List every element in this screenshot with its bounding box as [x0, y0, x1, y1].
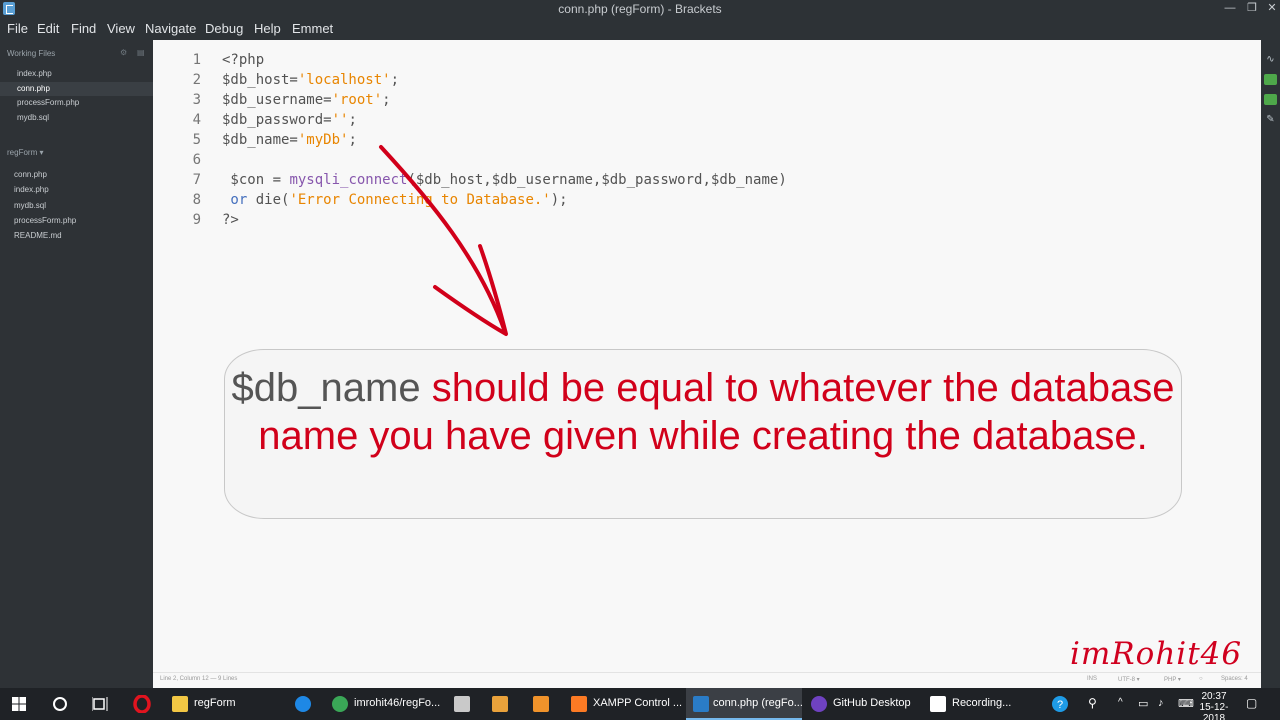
task-view-button[interactable]: [90, 688, 110, 720]
media-player-taskbar-button[interactable]: [492, 688, 512, 720]
clock-time: 20:37: [1201, 691, 1227, 702]
edge-taskbar-button[interactable]: [294, 688, 314, 720]
callout-variable: $db_name: [231, 366, 421, 410]
channel-watermark: imRohit46: [1070, 636, 1243, 672]
taskbar-item-github[interactable]: GitHub Desktop: [811, 688, 921, 720]
store-taskbar-button[interactable]: [454, 688, 474, 720]
taskbar-item-label: regForm: [194, 697, 236, 709]
sublime-icon: [533, 696, 549, 712]
notification-icon[interactable]: ▢: [1246, 696, 1260, 712]
taskbar-item-label: conn.php (regFo...: [713, 697, 803, 709]
taskbar-item-label: XAMPP Control ...: [593, 697, 683, 709]
brackets-icon: [693, 696, 709, 712]
svg-text:?: ?: [1057, 699, 1063, 711]
indent-setting[interactable]: Spaces: 4: [1221, 676, 1248, 682]
encoding-select[interactable]: UTF-8 ▾: [1118, 676, 1140, 683]
extension-icon[interactable]: [1264, 94, 1277, 105]
cortana-button[interactable]: [50, 688, 70, 720]
taskbar-item-label: imrohit46/regFo...: [354, 697, 441, 709]
help-icon: ?: [1052, 696, 1068, 712]
insert-mode[interactable]: INS: [1087, 676, 1097, 682]
people-icon[interactable]: ⚲: [1088, 696, 1102, 712]
chrome-icon: [332, 696, 348, 712]
windows-logo-icon: [12, 697, 26, 711]
annotation-callout: $db_name should be equal to whatever the…: [224, 349, 1182, 519]
store-bag-icon: [454, 696, 470, 712]
recorder-icon: [930, 696, 946, 712]
clock[interactable]: 20:37 15-12-2018: [1194, 688, 1234, 720]
opera-icon: [133, 695, 151, 713]
taskbar-item-brackets[interactable]: conn.php (regFo...: [686, 688, 803, 720]
taskbar-item-chrome[interactable]: imrohit46/regFo...: [332, 688, 442, 720]
extension-manager-icon[interactable]: [1264, 74, 1277, 85]
clock-date: 15-12-2018: [1199, 702, 1229, 720]
tools-icon[interactable]: ✎: [1264, 114, 1277, 125]
github-icon: [811, 696, 827, 712]
taskbar-item-recorder[interactable]: Recording...: [930, 688, 1040, 720]
help-tray-button[interactable]: ?: [1050, 688, 1070, 720]
xampp-icon: [571, 696, 587, 712]
taskbar-item-label: Recording...: [952, 697, 1012, 709]
cortana-circle-icon: [53, 697, 67, 711]
sublime-taskbar-button[interactable]: [533, 688, 553, 720]
linter-status-icon: ○: [1199, 676, 1203, 682]
taskbar-item-label: GitHub Desktop: [833, 697, 911, 709]
volume-icon[interactable]: ♪: [1158, 697, 1172, 711]
cursor-position: Line 2, Column 12 — 9 Lines: [160, 676, 238, 682]
opera-taskbar-button[interactable]: [132, 688, 152, 720]
chevron-up-icon[interactable]: ^: [1118, 697, 1130, 711]
windows-start-button[interactable]: [10, 688, 30, 720]
live-preview-icon[interactable]: ∿: [1264, 54, 1277, 65]
arrow-shaft: [379, 145, 507, 334]
taskbar: regForm imrohit46/regFo... XAMPP Control…: [0, 688, 1280, 720]
edge-icon: [295, 696, 311, 712]
folder-icon: [172, 696, 188, 712]
language-select[interactable]: PHP ▾: [1164, 676, 1181, 683]
status-bar: Line 2, Column 12 — 9 Lines INS UTF-8 ▾ …: [153, 672, 1261, 688]
right-toolbar: ∿ ✎: [1261, 40, 1280, 688]
network-icon[interactable]: ▭: [1138, 697, 1152, 711]
media-player-icon: [492, 696, 508, 712]
taskbar-item-xampp[interactable]: XAMPP Control ...: [571, 688, 683, 720]
screen: conn.php (regForm) - Brackets — ❐ ✕ File…: [0, 0, 1280, 720]
taskbar-item-regform[interactable]: regForm: [172, 688, 282, 720]
task-view-icon: [92, 697, 108, 711]
language-icon[interactable]: ⌨: [1178, 697, 1194, 711]
